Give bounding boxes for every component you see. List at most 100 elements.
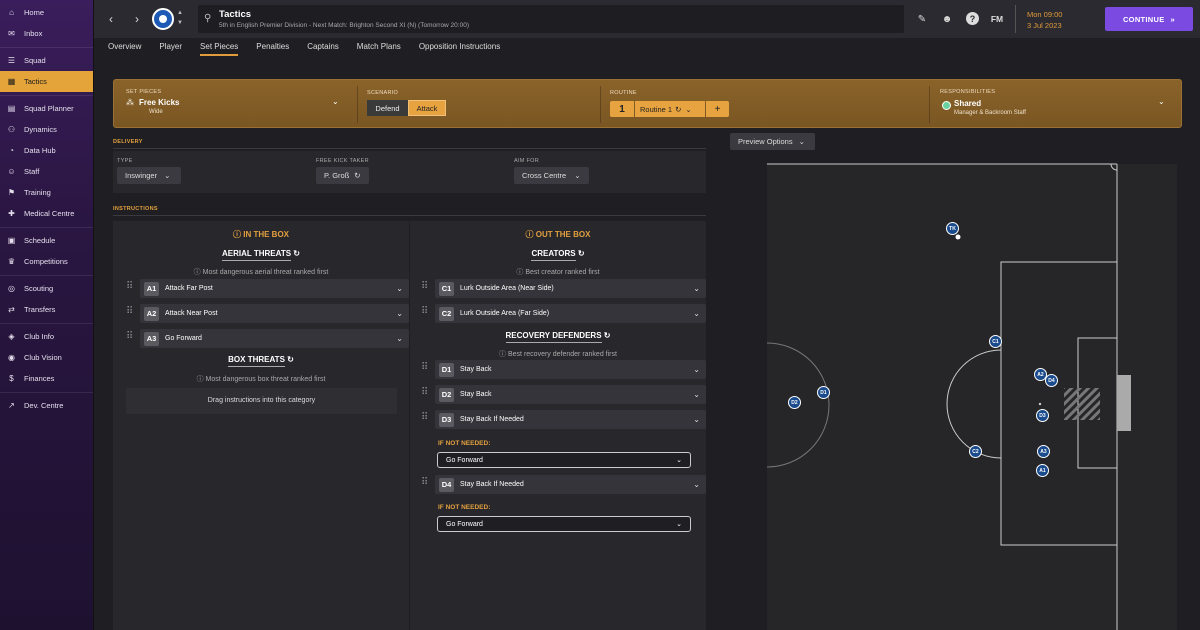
back-button[interactable]: ‹ (100, 8, 122, 30)
sidebar-item-club-info[interactable]: ◈ Club Info (0, 323, 93, 347)
title-bar[interactable]: ⚲ Tactics 5th in English Premier Divisio… (198, 5, 904, 33)
box-threats-dropzone[interactable]: Drag instructions into this category (126, 388, 397, 414)
drag-handle-icon[interactable]: ⠿ (126, 331, 133, 342)
tab-set-pieces[interactable]: Set Pieces (200, 38, 239, 58)
sidebar-item-finances[interactable]: $ Finances (0, 368, 93, 389)
taker-selector[interactable]: P. Groß ↻ (316, 167, 369, 184)
position-badge: D4 (439, 477, 454, 492)
drag-handle-icon[interactable]: ⠿ (421, 477, 428, 488)
continue-button[interactable]: CONTINUE » (1105, 7, 1193, 31)
recovery-defenders-label: RECOVERY DEFENDERS (505, 331, 602, 343)
drag-handle-icon[interactable]: ⠿ (421, 362, 428, 373)
tactics-icon: ▦ (7, 77, 16, 86)
sidebar-item-medical-centre[interactable]: ✚ Medical Centre (0, 203, 93, 224)
sidebar-item-schedule[interactable]: ▣ Schedule (0, 227, 93, 251)
box-threats-label: BOX THREATS (228, 355, 285, 367)
tab-bar: Overview Player Set Pieces Penalties Captain… (94, 38, 1200, 58)
add-routine-button[interactable]: + (706, 101, 729, 117)
drag-handle-icon[interactable]: ⠿ (126, 281, 133, 292)
forward-button[interactable]: › (126, 8, 148, 30)
sidebar-item-competitions[interactable]: ♛ Competitions (0, 251, 93, 272)
scenario-defend-button[interactable]: Defend (367, 100, 408, 116)
sidebar-item-squad-planner[interactable]: ▤ Squad Planner (0, 95, 93, 119)
sidebar-item-label: Dynamics (24, 125, 57, 134)
sidebar-item-label: Squad (24, 56, 46, 65)
page-title: Tactics (219, 9, 252, 20)
player-marker-d3[interactable]: D3 (1036, 409, 1049, 422)
instruction-row-d3[interactable]: D3 Stay Back If Needed ⌄ (435, 410, 706, 429)
instruction-row-d2[interactable]: D2 Stay Back ⌄ (435, 385, 706, 404)
chevron-left-icon: ‹ (109, 12, 113, 26)
squad-icon: ☰ (7, 56, 16, 65)
medical-icon: ✚ (8, 209, 15, 218)
scenario-attack-button[interactable]: Attack (408, 100, 446, 116)
sidebar-item-data-hub[interactable]: ◔ Data Hub (0, 140, 93, 161)
chevron-down-icon: ⌄ (574, 171, 581, 180)
out-the-box-heading: ⓘ OUT THE BOX (410, 229, 706, 240)
sidebar-item-club-vision[interactable]: ◉ Club Vision (0, 347, 93, 368)
drag-handle-icon[interactable]: ⠿ (421, 281, 428, 292)
instruction-row-c1[interactable]: C1 Lurk Outside Area (Near Side) ⌄ (435, 279, 706, 298)
sidebar-item-dynamics[interactable]: ⚇ Dynamics (0, 119, 93, 140)
player-marker-a1[interactable]: A1 (1036, 464, 1049, 477)
position-badge: A1 (144, 281, 159, 296)
tab-match-plans[interactable]: Match Plans (357, 38, 401, 58)
instructions-section-label: INSTRUCTIONS (113, 206, 158, 212)
tab-penalties[interactable]: Penalties (256, 38, 289, 58)
position-badge: D1 (439, 362, 454, 377)
sidebar-item-training[interactable]: ⚑ Training (0, 182, 93, 203)
routine-label: ROUTINE (610, 90, 637, 96)
responsibilities-sub: Manager & Backroom Staff (954, 110, 1026, 116)
instruction-row-d4[interactable]: D4 Stay Back If Needed ⌄ (435, 475, 706, 494)
type-dropdown[interactable]: Inswinger ⌄ (117, 167, 181, 184)
help-button[interactable]: ? (966, 12, 979, 25)
player-marker-c2[interactable]: C2 (969, 445, 982, 458)
tab-overview[interactable]: Overview (108, 38, 141, 58)
player-marker-c1[interactable]: C1 (989, 335, 1002, 348)
tab-captains[interactable]: Captains (307, 38, 339, 58)
instruction-row-a1[interactable]: A1 Attack Far Post ⌄ (140, 279, 409, 298)
sidebar-item-inbox[interactable]: ✉ Inbox (0, 23, 93, 44)
sidebar-item-home[interactable]: ⌂ Home (0, 2, 93, 23)
if-not-needed-dropdown-d4[interactable]: Go Forward ⌄ (437, 516, 691, 532)
sidebar-item-scouting[interactable]: ◎ Scouting (0, 275, 93, 299)
sidebar-item-staff[interactable]: ☺ Staff (0, 161, 93, 182)
set-pieces-selector[interactable]: SET PIECES ⁂ Free Kicks Wide ⌄ (126, 80, 348, 129)
edit-button[interactable]: ✎ (914, 11, 930, 27)
aim-value: Cross Centre (522, 171, 567, 180)
instruction-row-a3[interactable]: A3 Go Forward ⌄ (140, 329, 409, 348)
manager-button[interactable]: ☻ (939, 11, 955, 27)
routine-number: 1 (610, 101, 634, 117)
drag-handle-icon[interactable]: ⠿ (421, 387, 428, 398)
player-marker-d4[interactable]: D4 (1045, 374, 1058, 387)
preview-options-label: Preview Options (738, 137, 793, 146)
chevron-down-icon: ⌄ (396, 284, 403, 293)
drag-handle-icon[interactable]: ⠿ (421, 306, 428, 317)
set-pieces-value: Free Kicks (139, 98, 180, 107)
player-marker-d2[interactable]: D2 (788, 396, 801, 409)
chevron-down-icon: ⌄ (693, 480, 700, 489)
instruction-row-c2[interactable]: C2 Lurk Outside Area (Far Side) ⌄ (435, 304, 706, 323)
if-not-needed-dropdown-d3[interactable]: Go Forward ⌄ (437, 452, 691, 468)
sidebar-item-tactics[interactable]: ▦ Tactics (0, 71, 93, 92)
scenario-label: SCENARIO (367, 90, 399, 96)
drag-handle-icon[interactable]: ⠿ (126, 306, 133, 317)
tab-opposition-instructions[interactable]: Opposition Instructions (419, 38, 500, 58)
player-marker-tk[interactable]: TK (946, 222, 959, 235)
instruction-row-d1[interactable]: D1 Stay Back ⌄ (435, 360, 706, 379)
sidebar-item-dev-centre[interactable]: ↗ Dev. Centre (0, 392, 93, 416)
routine-selector[interactable]: Routine 1 ↻ ⌄ (635, 101, 705, 117)
responsibilities-selector[interactable]: RESPONSIBILITIES Shared Manager & Backro… (940, 80, 1172, 129)
player-marker-d1[interactable]: D1 (817, 386, 830, 399)
tab-player[interactable]: Player (159, 38, 182, 58)
club-crest[interactable] (152, 8, 174, 30)
drag-handle-icon[interactable]: ⠿ (421, 412, 428, 423)
sidebar-item-squad[interactable]: ☰ Squad (0, 47, 93, 71)
fm-menu-button[interactable]: FM (989, 11, 1005, 27)
preview-options-dropdown[interactable]: Preview Options ⌄ (730, 133, 815, 150)
sidebar-item-transfers[interactable]: ⇄ Transfers (0, 299, 93, 320)
player-marker-a3[interactable]: A3 (1037, 445, 1050, 458)
aim-dropdown[interactable]: Cross Centre ⌄ (514, 167, 589, 184)
club-switcher[interactable]: ▲ ▼ (176, 8, 184, 28)
instruction-row-a2[interactable]: A2 Attack Near Post ⌄ (140, 304, 409, 323)
